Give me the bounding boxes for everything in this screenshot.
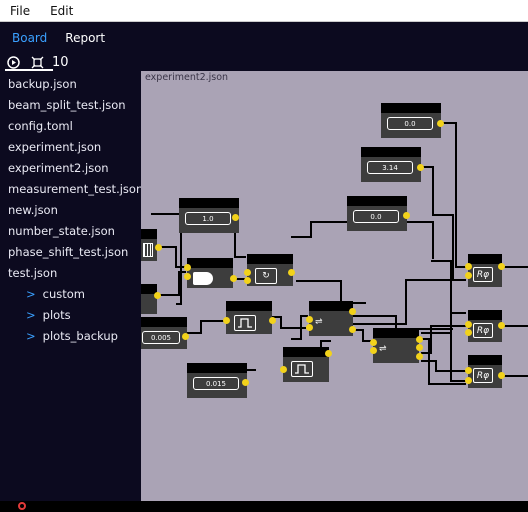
input-port[interactable] [184, 273, 191, 280]
input-port[interactable] [223, 317, 230, 324]
phase-shift-icon: Rφ [473, 267, 493, 282]
folder-item[interactable]: > custom [0, 284, 141, 305]
chevron-right-icon: > [26, 287, 36, 301]
value-field[interactable]: 0.0 [353, 210, 399, 223]
switch-node[interactable]: ⇌ [373, 328, 419, 363]
pulse-node[interactable] [226, 301, 272, 334]
output-port[interactable] [232, 214, 239, 221]
input-port[interactable] [465, 377, 472, 384]
tab-report[interactable]: Report [65, 31, 105, 45]
file-item[interactable]: config.toml [0, 116, 141, 137]
folder-item[interactable]: > plots_backup [0, 326, 141, 347]
input-port[interactable] [465, 367, 472, 374]
wave-node[interactable]: ↻ [247, 254, 293, 286]
switch-icon: ⇌ [379, 344, 387, 354]
value-field[interactable]: 0.0 [387, 117, 433, 130]
input-port[interactable] [306, 324, 313, 331]
menu-bar: File Edit [0, 0, 528, 22]
input-port[interactable] [244, 269, 251, 276]
output-port[interactable] [269, 317, 276, 324]
fiber-icon: ↻ [255, 268, 277, 284]
tab-board[interactable]: Board [12, 31, 47, 45]
value-node[interactable] [141, 284, 157, 314]
value-field[interactable]: 0.005 [142, 331, 180, 344]
file-item[interactable]: experiment2.json [0, 158, 141, 179]
output-port[interactable] [416, 336, 423, 343]
output-port[interactable] [437, 120, 444, 127]
value-field[interactable]: 1.0 [185, 212, 231, 225]
input-port[interactable] [465, 329, 472, 336]
input-port[interactable] [306, 316, 313, 323]
input-port[interactable] [465, 263, 472, 270]
phase-node[interactable]: Rφ [468, 355, 502, 388]
switch-icon: ⇌ [315, 317, 323, 327]
value-node[interactable]: 0.0 [381, 103, 441, 138]
menu-edit[interactable]: Edit [50, 4, 73, 18]
file-item[interactable]: experiment.json [0, 137, 141, 158]
detector-icon [193, 272, 213, 285]
output-port[interactable] [288, 269, 295, 276]
menu-file[interactable]: File [10, 4, 30, 18]
value-node[interactable]: 1.0 [179, 198, 239, 233]
chevron-right-icon: > [26, 329, 36, 343]
input-port[interactable] [370, 339, 377, 346]
output-port[interactable] [349, 326, 356, 333]
source-icon [143, 243, 153, 257]
file-item[interactable]: phase_shift_test.json [0, 242, 141, 263]
phase-shift-icon: Rφ [473, 368, 493, 383]
output-port[interactable] [498, 372, 505, 379]
status-indicator-icon [18, 502, 26, 510]
node-canvas[interactable]: experiment2.json 0.0 3.14 1.0 0.0 ↻ 0.00… [141, 71, 528, 501]
value-node[interactable]: 3.14 [361, 147, 421, 182]
file-item[interactable]: backup.json [0, 74, 141, 95]
file-item[interactable]: number_state.json [0, 221, 141, 242]
input-port[interactable] [244, 277, 251, 284]
pulse-node[interactable] [283, 347, 329, 382]
output-port[interactable] [498, 322, 505, 329]
switch-node[interactable]: ⇌ [309, 301, 353, 336]
value-node[interactable]: 0.015 [187, 363, 247, 398]
folder-item[interactable]: > plots [0, 305, 141, 326]
toolbar: 10 [0, 54, 528, 71]
value-field[interactable]: 0.015 [193, 377, 239, 390]
value-node[interactable]: 0.0 [347, 196, 407, 231]
folder-label: plots [42, 308, 71, 322]
phase-node[interactable]: Rφ [468, 310, 502, 342]
output-port[interactable] [417, 164, 424, 171]
chevron-right-icon: > [26, 308, 36, 322]
output-port[interactable] [349, 308, 356, 315]
folder-label: custom [42, 287, 85, 301]
input-port[interactable] [370, 347, 377, 354]
input-port[interactable] [465, 272, 472, 279]
value-node[interactable]: 0.005 [141, 317, 187, 349]
file-sidebar: backup.json beam_split_test.json config.… [0, 71, 143, 501]
phase-shift-icon: Rφ [473, 323, 493, 338]
file-item[interactable]: beam_split_test.json [0, 95, 141, 116]
pulse-icon [291, 361, 313, 377]
output-port[interactable] [242, 379, 249, 386]
folder-label: plots_backup [42, 329, 118, 343]
toolbar-count: 10 [52, 55, 69, 70]
output-port[interactable] [416, 344, 423, 351]
input-port[interactable] [465, 321, 472, 328]
value-field[interactable]: 3.14 [367, 161, 413, 174]
output-port[interactable] [230, 275, 237, 282]
pulse-icon [234, 315, 256, 331]
output-port[interactable] [182, 333, 189, 340]
output-port[interactable] [403, 212, 410, 219]
status-bar [0, 501, 528, 512]
output-port[interactable] [416, 353, 423, 360]
output-port[interactable] [155, 244, 162, 251]
tab-bar: Board Report [0, 22, 528, 54]
output-port[interactable] [325, 350, 332, 357]
output-port[interactable] [154, 292, 161, 299]
file-item[interactable]: test.json [0, 263, 141, 284]
phase-node[interactable]: Rφ [468, 254, 502, 287]
file-item[interactable]: new.json [0, 200, 141, 221]
output-port[interactable] [498, 263, 505, 270]
file-item[interactable]: measurement_test.json [0, 179, 143, 200]
detector-node[interactable] [187, 258, 233, 288]
input-port[interactable] [184, 264, 191, 271]
input-port[interactable] [280, 366, 287, 373]
